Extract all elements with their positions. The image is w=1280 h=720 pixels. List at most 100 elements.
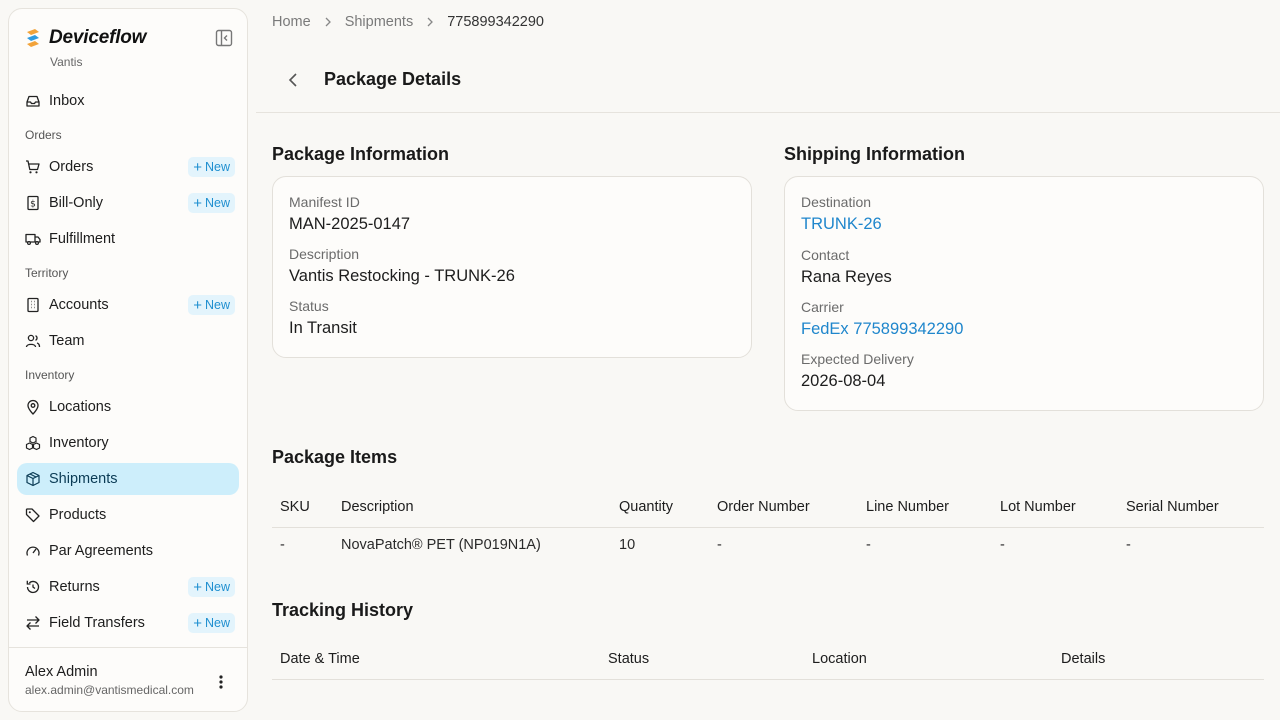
map-pin-icon [25, 399, 41, 415]
chevron-right-icon [427, 17, 434, 27]
brand[interactable]: Deviceflow [25, 27, 146, 49]
sidebar-item-orders[interactable]: Orders + New [17, 151, 239, 183]
contact-label: Contact [801, 247, 850, 263]
sidebar-item-team[interactable]: Team [17, 325, 239, 357]
breadcrumb: Home Shipments 775899342290 [272, 14, 544, 30]
nav-section-territory: Territory [25, 266, 69, 280]
cell-serial-number: - [1126, 537, 1131, 553]
sidebar-item-label: Locations [49, 399, 112, 415]
cell-sku: - [280, 537, 285, 553]
back-chevron-icon[interactable] [282, 68, 304, 92]
sidebar-item-par-agreements[interactable]: Par Agreements [17, 535, 239, 567]
page-header: Package Details [256, 48, 1280, 113]
sidebar-item-inbox[interactable]: Inbox [17, 85, 239, 117]
sidebar-item-label: Par Agreements [49, 543, 153, 559]
breadcrumb-home[interactable]: Home [272, 14, 311, 30]
description-value: Vantis Restocking - TRUNK-26 [289, 267, 515, 285]
sidebar-item-label: Fulfillment [49, 231, 116, 247]
inbox-icon [25, 93, 41, 109]
column-header-details[interactable]: Details [1061, 651, 1105, 667]
new-bill-only-button[interactable]: + New [188, 193, 235, 213]
column-header-location[interactable]: Location [812, 651, 867, 667]
boxes-icon [25, 435, 41, 451]
shopping-cart-icon [25, 159, 41, 175]
new-account-button[interactable]: + New [188, 295, 235, 315]
arrows-left-right-icon [25, 615, 41, 631]
cell-lot-number: - [1000, 537, 1005, 553]
rotate-ccw-icon [25, 579, 41, 595]
column-header-description[interactable]: Description [341, 499, 414, 515]
truck-icon [25, 231, 41, 247]
more-vertical-icon[interactable] [213, 672, 229, 692]
shipping-information-card: Destination TRUNK-26 Contact Rana Reyes … [784, 176, 1264, 411]
sidebar-item-label: Shipments [49, 471, 118, 487]
carrier-tracking-link[interactable]: FedEx 775899342290 [801, 320, 963, 339]
plus-icon: + [193, 614, 202, 632]
sidebar-item-label: Field Transfers [49, 615, 145, 631]
sidebar-item-label: Inventory [49, 435, 109, 451]
package-items-title: Package Items [272, 447, 398, 467]
manifest-id-value: MAN-2025-0147 [289, 215, 411, 233]
breadcrumb-current: 775899342290 [447, 14, 544, 30]
sidebar-item-label: Inbox [49, 93, 85, 109]
gauge-icon [25, 543, 41, 559]
column-header-status[interactable]: Status [608, 651, 649, 667]
sidebar-item-field-transfers[interactable]: Field Transfers + New [17, 607, 239, 639]
package-items-table: SKU Description Quantity Order Number Li… [272, 488, 1264, 564]
table-header: SKU Description Quantity Order Number Li… [272, 488, 1264, 528]
sidebar-item-label: Accounts [49, 297, 109, 313]
plus-icon: + [193, 578, 202, 596]
sidebar-item-fulfillment[interactable]: Fulfillment [17, 223, 239, 255]
destination-label: Destination [801, 194, 872, 210]
cell-order-number: - [717, 537, 722, 553]
collapse-sidebar-icon[interactable] [214, 28, 234, 48]
new-return-button[interactable]: + New [188, 577, 235, 597]
column-header-line-number[interactable]: Line Number [866, 499, 949, 515]
column-header-sku[interactable]: SKU [280, 499, 310, 515]
sidebar-item-label: Products [49, 507, 107, 523]
column-header-date-time[interactable]: Date & Time [280, 651, 360, 667]
cell-line-number: - [866, 537, 871, 553]
sidebar-item-locations[interactable]: Locations [17, 391, 239, 423]
column-header-serial-number[interactable]: Serial Number [1126, 499, 1219, 515]
table-row[interactable]: - NovaPatch® PET (NP019N1A) 10 - - - - [272, 528, 1264, 564]
contact-value: Rana Reyes [801, 268, 892, 286]
expected-delivery-label: Expected Delivery [801, 351, 914, 367]
sidebar-item-shipments[interactable]: Shipments [17, 463, 239, 495]
cell-description: NovaPatch® PET (NP019N1A) [341, 537, 541, 553]
package-information-title: Package Information [272, 144, 450, 164]
manifest-id-label: Manifest ID [289, 194, 360, 210]
breadcrumb-shipments[interactable]: Shipments [345, 14, 414, 30]
tracking-history-title: Tracking History [272, 600, 414, 620]
status-label: Status [289, 298, 329, 314]
receipt-dollar-icon: $ [25, 195, 41, 211]
plus-icon: + [193, 158, 202, 176]
chevron-right-icon [325, 17, 331, 27]
expected-delivery-value: 2026-08-04 [801, 372, 886, 390]
sidebar-nav: Inbox Orders Orders + New $ Bill-Only + Ne… [17, 85, 239, 643]
sidebar-item-label: Returns [49, 579, 100, 595]
column-header-quantity[interactable]: Quantity [619, 499, 673, 515]
user-profile: Alex Admin alex.admin@vantismedical.com [9, 647, 247, 711]
destination-link[interactable]: TRUNK-26 [801, 215, 882, 234]
tracking-history-table: Date & Time Status Location Details [272, 640, 1264, 680]
plus-icon: + [193, 194, 202, 212]
sidebar-item-returns[interactable]: Returns + New [17, 571, 239, 603]
column-header-order-number[interactable]: Order Number [717, 499, 810, 515]
description-label: Description [289, 246, 360, 262]
user-name: Alex Admin [25, 664, 98, 680]
sidebar-item-inventory[interactable]: Inventory [17, 427, 239, 459]
sidebar-item-bill-only[interactable]: $ Bill-Only + New [17, 187, 239, 219]
sidebar-item-label: Bill-Only [49, 195, 103, 211]
organization-name: Vantis [50, 55, 83, 69]
new-field-transfer-button[interactable]: + New [188, 613, 235, 633]
svg-text:$: $ [30, 200, 36, 210]
shipping-information-title: Shipping Information [784, 144, 965, 164]
new-order-button[interactable]: + New [188, 157, 235, 177]
user-email: alex.admin@vantismedical.com [25, 683, 194, 697]
column-header-lot-number[interactable]: Lot Number [1000, 499, 1076, 515]
users-icon [25, 333, 41, 349]
sidebar-item-accounts[interactable]: Accounts + New [17, 289, 239, 321]
sidebar-item-products[interactable]: Products [17, 499, 239, 531]
status-value: In Transit [289, 319, 357, 337]
